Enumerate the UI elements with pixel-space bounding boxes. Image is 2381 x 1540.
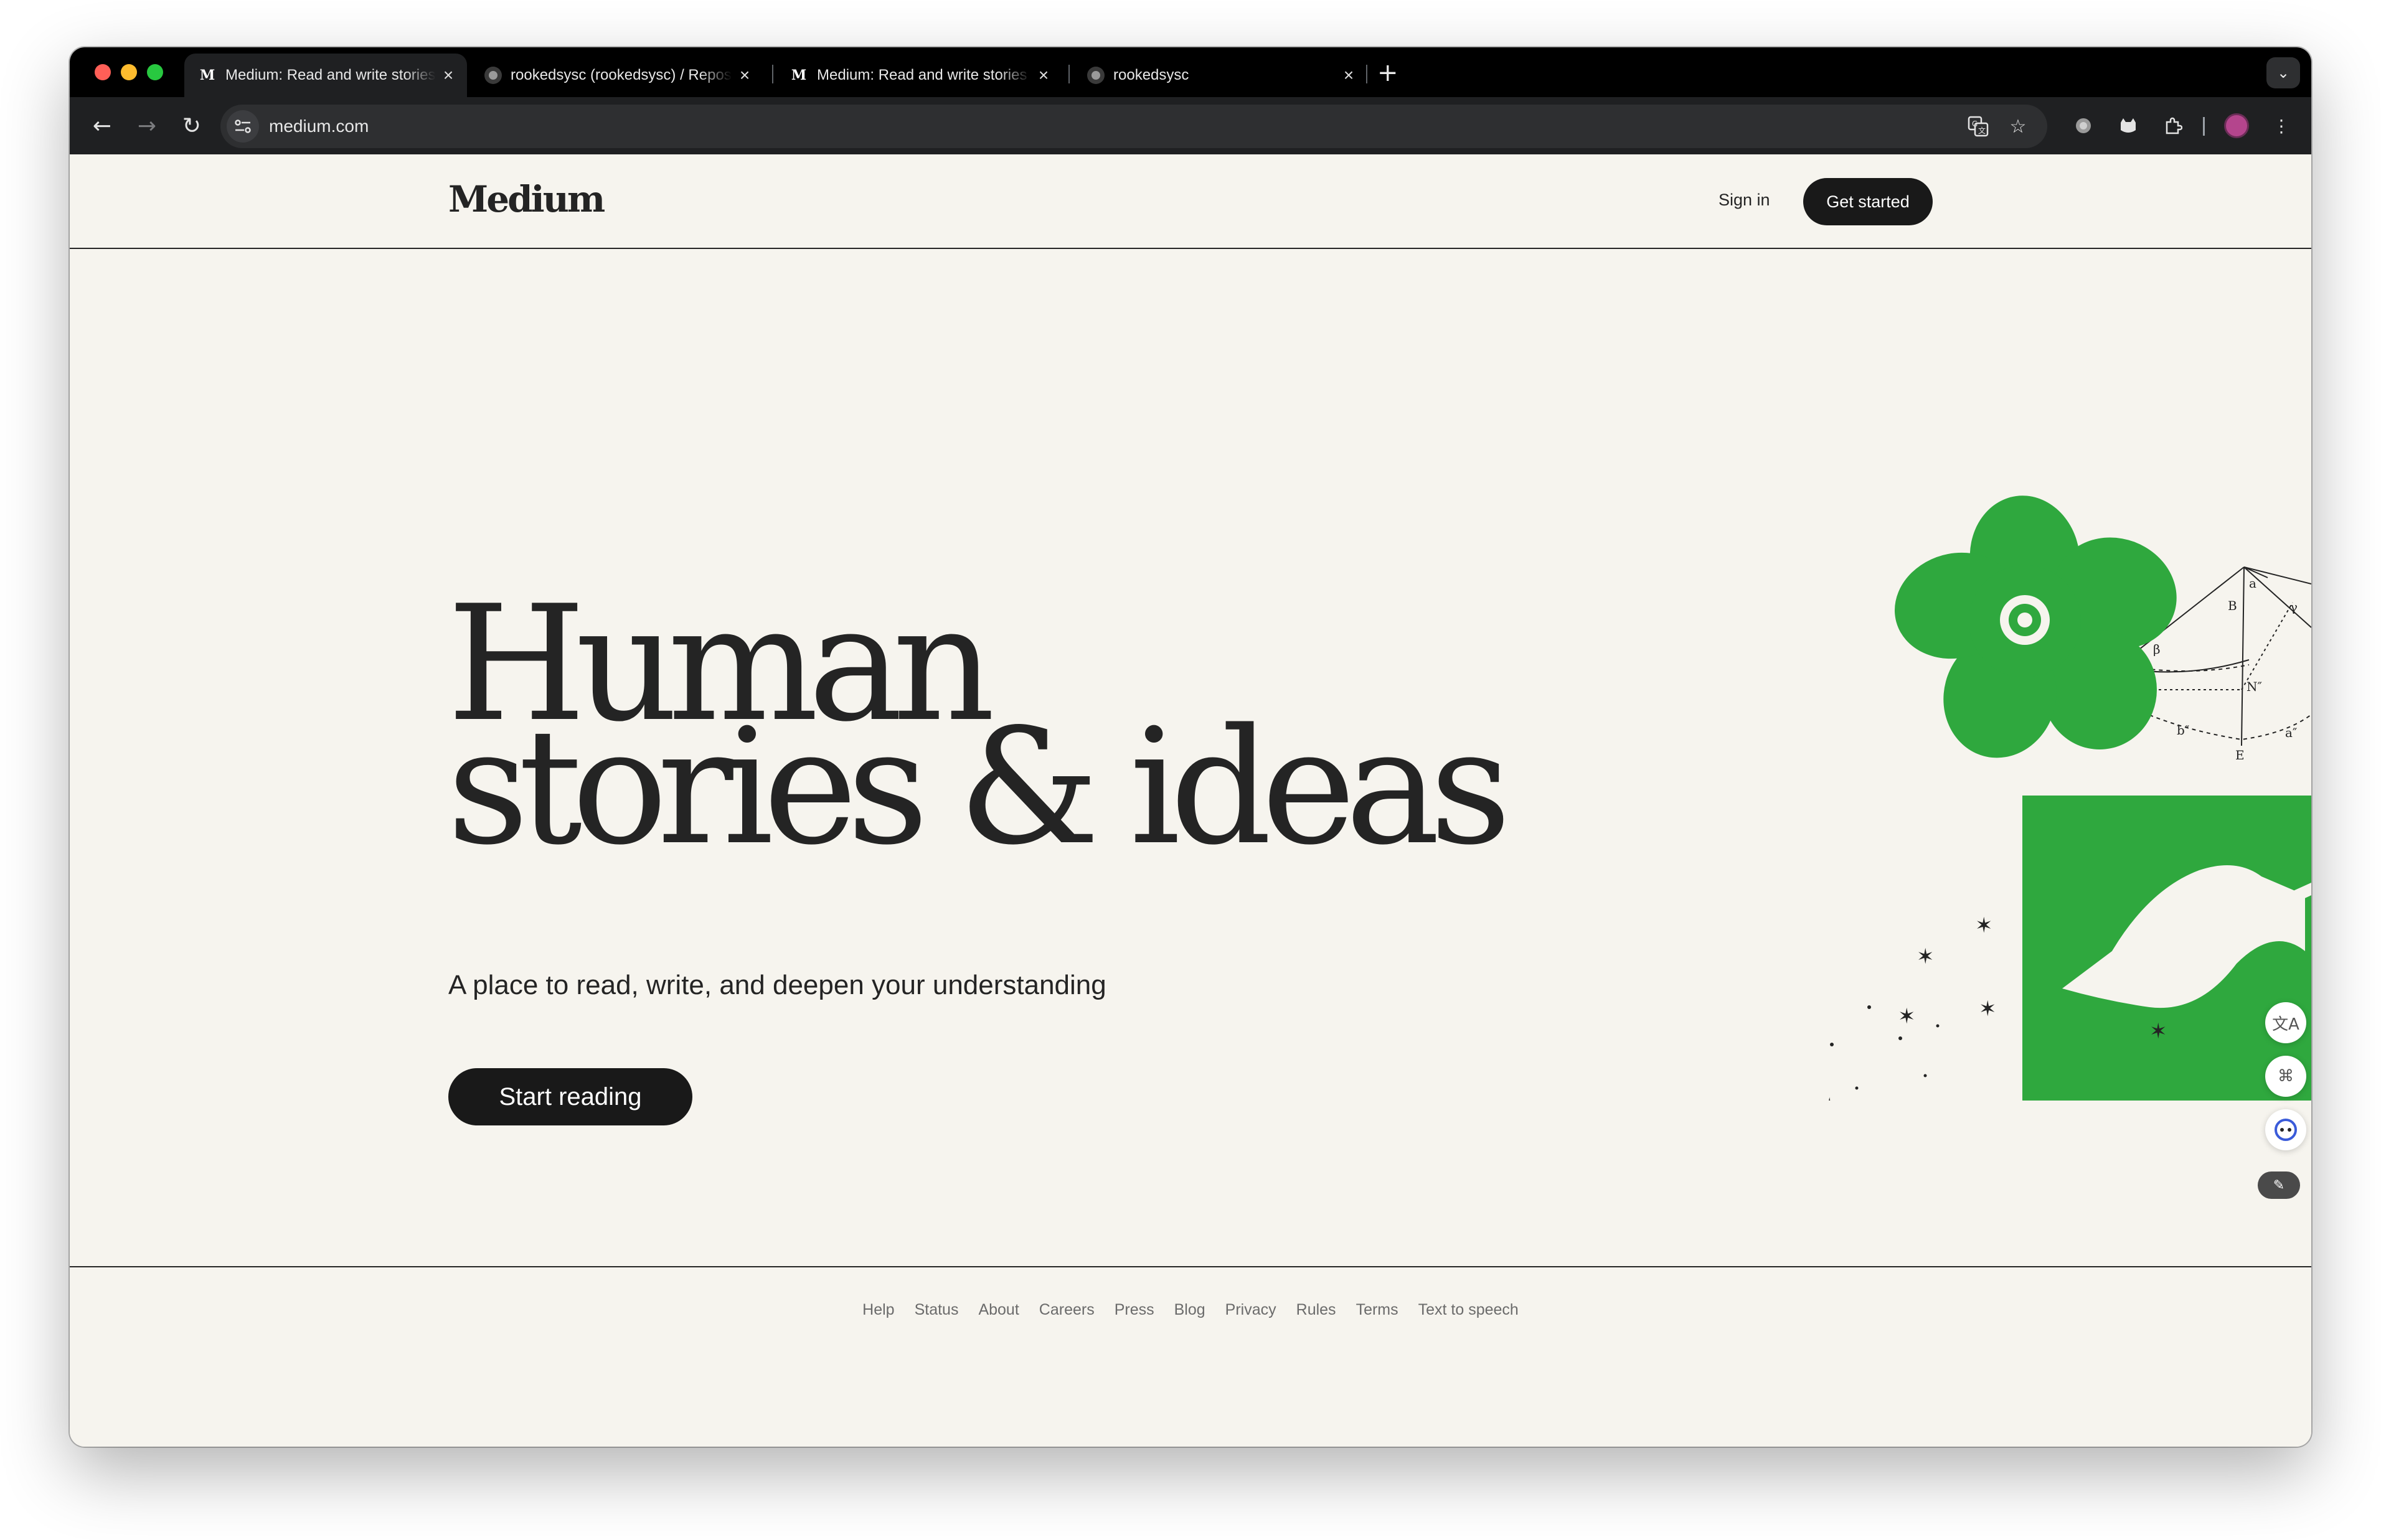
svg-text:N″: N″ bbox=[2247, 679, 2262, 694]
new-tab-icon[interactable]: + bbox=[1377, 59, 1398, 87]
browser-toolbar: ← → ↻ medium.com G 文 ☆ ⋮ bbox=[70, 97, 2311, 154]
bookmark-star-icon[interactable]: ☆ bbox=[2002, 111, 2034, 142]
svg-text:文: 文 bbox=[1978, 126, 1986, 135]
svg-text:b″: b″ bbox=[2177, 723, 2189, 738]
tab-separator bbox=[1068, 65, 1070, 83]
extension-gray-circle-icon[interactable] bbox=[2071, 113, 2096, 138]
footer-link-text-to-speech[interactable]: Text to speech bbox=[1418, 1301, 1519, 1319]
tab-separator bbox=[1366, 65, 1367, 83]
url-text[interactable]: medium.com bbox=[269, 116, 369, 136]
footer-link-press[interactable]: Press bbox=[1115, 1301, 1154, 1319]
browser-tab-3[interactable]: M Medium: Read and write stories × bbox=[776, 54, 1062, 97]
browser-tab-1[interactable]: M Medium: Read and write stories × bbox=[184, 54, 467, 97]
footer-link-blog[interactable]: Blog bbox=[1174, 1301, 1205, 1319]
site-header: Medium Sign in Get started bbox=[70, 154, 2311, 249]
svg-text:✶: ✶ bbox=[1898, 1004, 1916, 1029]
hero-title-line-2: stories & ideas bbox=[447, 695, 1511, 880]
close-window-button[interactable] bbox=[95, 64, 111, 80]
browser-menu-icon[interactable]: ⋮ bbox=[2269, 113, 2294, 138]
profile-avatar[interactable] bbox=[2224, 113, 2249, 138]
get-started-button[interactable]: Get started bbox=[1803, 178, 1933, 225]
reload-icon[interactable]: ↻ bbox=[174, 108, 209, 143]
tab-title: rookedsysc bbox=[1113, 67, 1189, 83]
medium-landing-page: Medium Sign in Get started Human stories… bbox=[70, 154, 2311, 1447]
github-icon bbox=[1087, 67, 1105, 84]
footer-link-help[interactable]: Help bbox=[862, 1301, 894, 1319]
translate-icon[interactable]: G 文 bbox=[1963, 111, 1994, 142]
floating-magic-wand-icon[interactable]: ✎ bbox=[2258, 1171, 2300, 1199]
tab-title: Medium: Read and write stories bbox=[817, 67, 1027, 83]
hero-illustration: B N″ E β b″ a″ a γ ✶ ✶ ✶ ✶ ✶ bbox=[1821, 495, 2311, 1101]
hero-title: Human stories & ideas bbox=[447, 585, 1511, 880]
close-tab-icon[interactable]: × bbox=[1031, 65, 1056, 85]
trail-start-star: ✶ bbox=[1821, 1094, 1839, 1101]
svg-text:✶: ✶ bbox=[1917, 944, 1935, 969]
hero-subtitle: A place to read, write, and deepen your … bbox=[448, 970, 1106, 1000]
extension-cat-icon[interactable] bbox=[2116, 113, 2141, 138]
footer-link-status[interactable]: Status bbox=[915, 1301, 959, 1319]
floating-shortcut-icon[interactable]: ⌘ bbox=[2265, 1056, 2306, 1097]
tab-search-chevron-icon[interactable]: ⌄ bbox=[2266, 57, 2300, 88]
site-footer: Help Status About Careers Press Blog Pri… bbox=[70, 1266, 2311, 1447]
footer-link-about[interactable]: About bbox=[978, 1301, 1019, 1319]
browser-window: M Medium: Read and write stories × rooke… bbox=[70, 47, 2311, 1447]
svg-text:✶: ✶ bbox=[1987, 1100, 2006, 1101]
site-settings-icon[interactable] bbox=[227, 110, 259, 143]
footer-link-careers[interactable]: Careers bbox=[1039, 1301, 1095, 1319]
svg-text:β: β bbox=[2153, 642, 2161, 657]
svg-text:✶: ✶ bbox=[1975, 913, 1993, 938]
github-icon bbox=[484, 67, 502, 84]
browser-tab-4[interactable]: rookedsysc × bbox=[1073, 54, 1367, 97]
tab-title: Medium: Read and write stories bbox=[225, 67, 436, 83]
back-arrow-icon[interactable]: ← bbox=[85, 108, 120, 143]
sign-in-link[interactable]: Sign in bbox=[1719, 190, 1770, 210]
footer-links: Help Status About Careers Press Blog Pri… bbox=[70, 1301, 2311, 1319]
tab-title: rookedsysc (rookedsysc) / Repositories bbox=[511, 67, 732, 83]
minimize-window-button[interactable] bbox=[121, 64, 137, 80]
green-flower-illustration bbox=[1894, 495, 2177, 758]
svg-text:E: E bbox=[2235, 748, 2245, 763]
medium-logo[interactable]: Medium bbox=[448, 178, 605, 220]
medium-favicon-icon: M bbox=[791, 67, 807, 83]
address-bar[interactable]: medium.com G 文 ☆ bbox=[220, 105, 2047, 148]
floating-translate-icon[interactable]: 文A bbox=[2265, 1002, 2306, 1043]
svg-text:B: B bbox=[2228, 598, 2237, 613]
footer-link-privacy[interactable]: Privacy bbox=[1225, 1301, 1276, 1319]
toolbar-divider bbox=[2203, 117, 2205, 136]
svg-text:a″: a″ bbox=[2285, 725, 2297, 740]
close-tab-icon[interactable]: × bbox=[732, 65, 757, 85]
close-tab-icon[interactable]: × bbox=[436, 65, 461, 85]
svg-text:a: a bbox=[2249, 576, 2256, 591]
forward-arrow-icon[interactable]: → bbox=[130, 108, 164, 143]
tab-strip: M Medium: Read and write stories × rooke… bbox=[70, 47, 2311, 97]
floating-assistant-icon[interactable] bbox=[2265, 1109, 2306, 1150]
medium-favicon-icon: M bbox=[199, 67, 215, 83]
browser-tab-2[interactable]: rookedsysc (rookedsysc) / Repositories × bbox=[471, 54, 763, 97]
svg-text:✶: ✶ bbox=[1979, 997, 1997, 1021]
start-reading-button[interactable]: Start reading bbox=[448, 1068, 692, 1125]
svg-text:γ: γ bbox=[2290, 599, 2298, 614]
svg-text:G: G bbox=[1972, 120, 1978, 128]
tab-separator bbox=[772, 65, 773, 83]
close-tab-icon[interactable]: × bbox=[1336, 65, 1361, 85]
svg-text:✶: ✶ bbox=[2149, 1019, 2167, 1044]
maximize-window-button[interactable] bbox=[147, 64, 163, 80]
footer-link-terms[interactable]: Terms bbox=[1356, 1301, 1398, 1319]
footer-link-rules[interactable]: Rules bbox=[1296, 1301, 1336, 1319]
extensions-puzzle-icon[interactable] bbox=[2161, 113, 2185, 138]
